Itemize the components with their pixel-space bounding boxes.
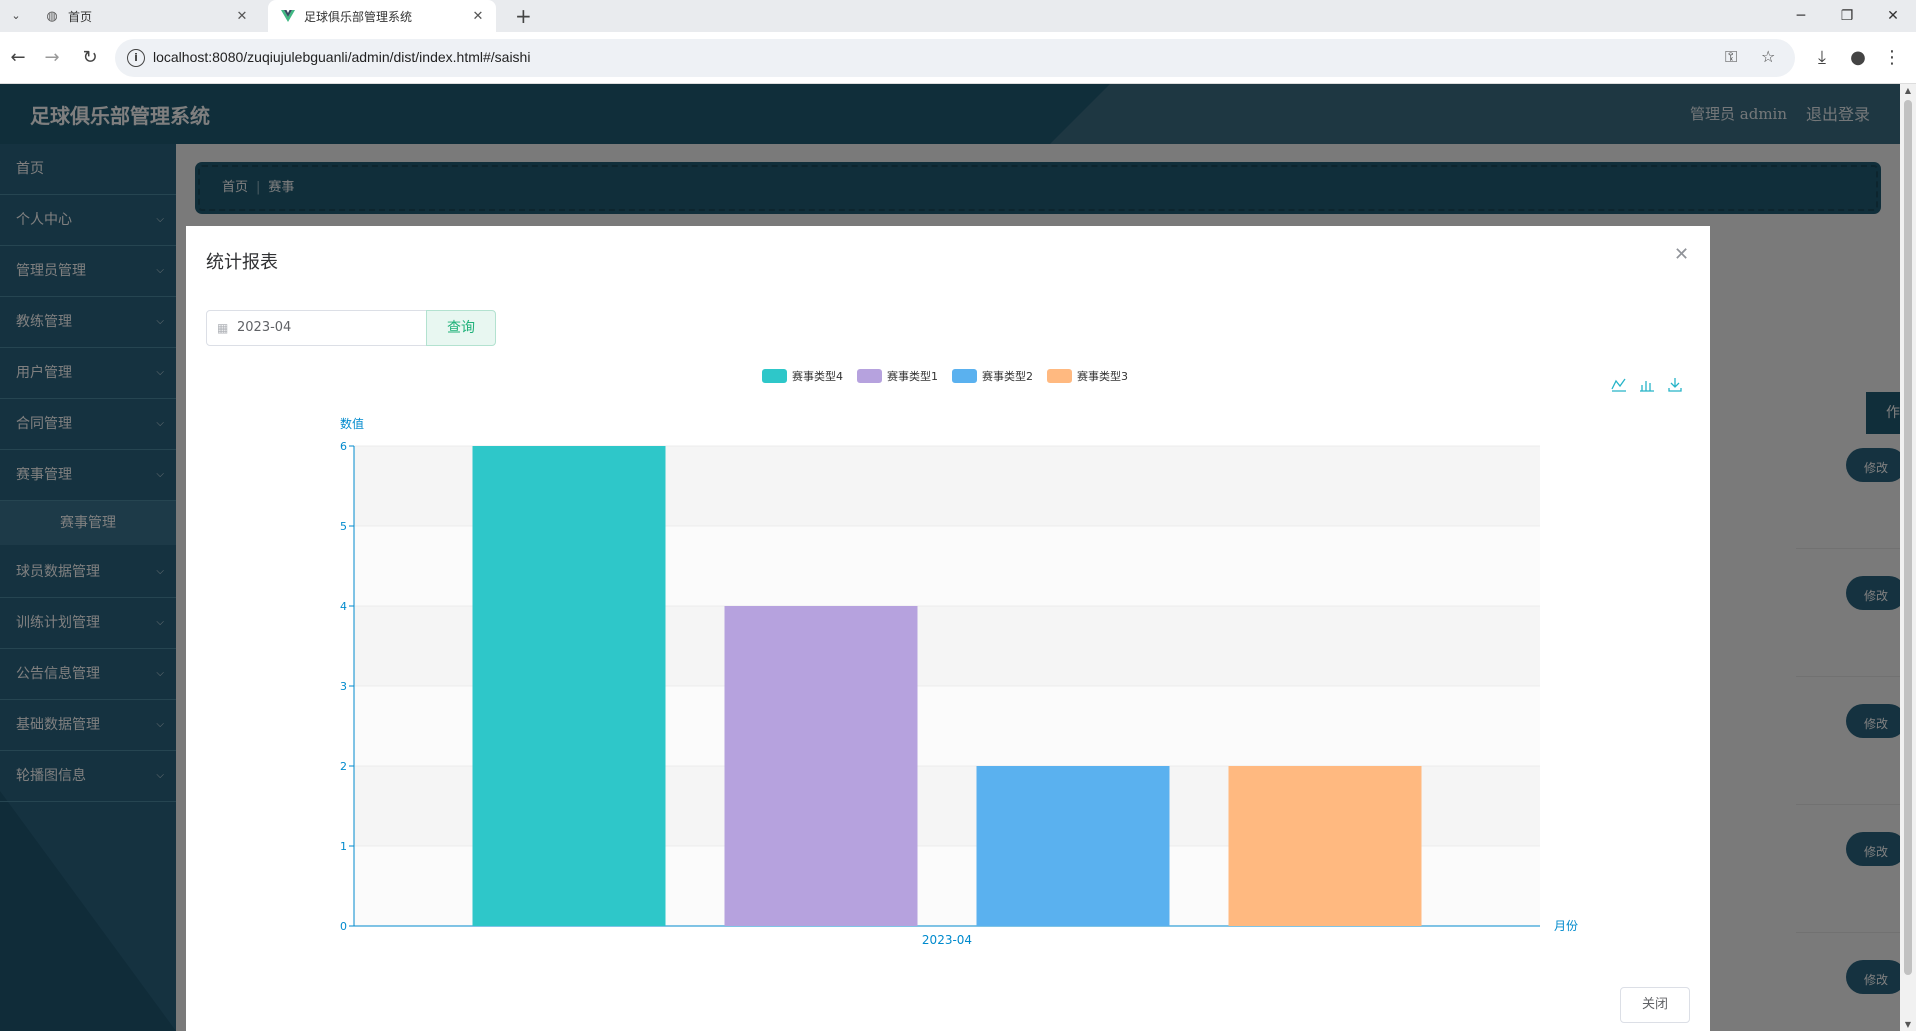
scroll-down-icon[interactable]: ▼ xyxy=(1900,1020,1916,1029)
forward-icon[interactable]: → xyxy=(40,46,64,70)
restore-icon[interactable]: ❐ xyxy=(1824,0,1870,32)
browser-tab-app[interactable]: 足球俱乐部管理系统 ✕ xyxy=(268,0,496,32)
y-tick-label: 5 xyxy=(340,520,347,533)
browser-tab-strip: ⌄ ◍ 首页 ✕ 足球俱乐部管理系统 ✕ + ─ ❐ ✕ xyxy=(0,0,1916,32)
minimize-icon[interactable]: ─ xyxy=(1778,0,1824,32)
y-tick-label: 3 xyxy=(340,680,347,693)
tab-title: 首页 xyxy=(68,9,93,24)
browser-toolbar: ← → ↻ i localhost:8080/zuqiujulebguanli/… xyxy=(0,32,1916,84)
legend-swatch[interactable] xyxy=(762,369,787,383)
save-image-icon[interactable] xyxy=(1668,378,1682,392)
y-tick-label: 0 xyxy=(340,920,347,933)
browser-tab-home[interactable]: ◍ 首页 ✕ xyxy=(32,0,260,32)
globe-icon: ◍ xyxy=(46,8,58,24)
legend-label[interactable]: 赛事类型3 xyxy=(1077,369,1128,383)
scroll-up-icon[interactable]: ▲ xyxy=(1900,86,1916,95)
close-button[interactable]: 关闭 xyxy=(1620,987,1690,1023)
bar[interactable] xyxy=(472,446,666,926)
new-tab-icon[interactable]: + xyxy=(515,4,532,28)
x-axis-title: 月份 xyxy=(1554,919,1578,933)
scroll-thumb[interactable] xyxy=(1904,100,1912,975)
tab-search-icon[interactable]: ⌄ xyxy=(6,6,26,26)
line-switch-icon[interactable] xyxy=(1611,378,1626,392)
y-axis-title: 数值 xyxy=(340,416,364,431)
x-tick-label: 2023-04 xyxy=(922,933,972,947)
stats-dialog: 统计报表 ✕ ▦ 2023-04 查询 0 1 2 3 4 5 6 2023-04 月份 数值 赛事… xyxy=(186,226,1710,1031)
address-bar[interactable]: i localhost:8080/zuqiujulebguanli/admin/… xyxy=(115,39,1795,77)
app-root: 足球俱乐部管理系统 管理员 admin 退出登录 首页个人中心⌵管理员管理⌵教练… xyxy=(0,84,1900,1031)
password-key-icon[interactable]: ⚿ xyxy=(1725,47,1737,67)
legend-label[interactable]: 赛事类型1 xyxy=(887,369,938,383)
back-icon[interactable]: ← xyxy=(6,46,30,70)
download-icon[interactable]: ⤓ xyxy=(1810,46,1834,70)
legend-label[interactable]: 赛事类型4 xyxy=(792,369,843,383)
tab-title: 足球俱乐部管理系统 xyxy=(304,9,413,24)
y-tick-label: 2 xyxy=(340,760,347,773)
bar[interactable] xyxy=(724,606,918,926)
legend-swatch[interactable] xyxy=(857,369,882,383)
y-tick-label: 1 xyxy=(340,840,347,853)
reload-icon[interactable]: ↻ xyxy=(78,46,102,70)
y-tick-label: 6 xyxy=(340,440,347,453)
legend-swatch[interactable] xyxy=(952,369,977,383)
bar-switch-icon[interactable] xyxy=(1640,381,1654,392)
close-tab-icon[interactable]: ✕ xyxy=(470,9,486,24)
site-info-icon[interactable]: i xyxy=(127,49,145,67)
page-scrollbar[interactable]: ▲ ▼ xyxy=(1900,84,1916,1031)
bookmark-star-icon[interactable]: ☆ xyxy=(1761,47,1775,66)
close-tab-icon[interactable]: ✕ xyxy=(234,9,250,24)
legend-label[interactable]: 赛事类型2 xyxy=(982,369,1033,383)
close-window-icon[interactable]: ✕ xyxy=(1870,0,1916,32)
legend-swatch[interactable] xyxy=(1047,369,1072,383)
browser-menu-icon[interactable]: ⋮ xyxy=(1880,46,1904,70)
bar[interactable] xyxy=(976,766,1170,926)
bar-chart: 0 1 2 3 4 5 6 2023-04 月份 数值 赛事类型4 赛事类型1 赛事类型2 赛事类型3 xyxy=(340,369,1682,947)
y-tick-label: 4 xyxy=(340,600,347,613)
vue-logo-icon xyxy=(280,8,296,24)
profile-icon[interactable]: ● xyxy=(1846,46,1870,70)
url-text[interactable]: localhost:8080/zuqiujulebguanli/admin/di… xyxy=(153,49,530,65)
bar[interactable] xyxy=(1228,766,1422,926)
